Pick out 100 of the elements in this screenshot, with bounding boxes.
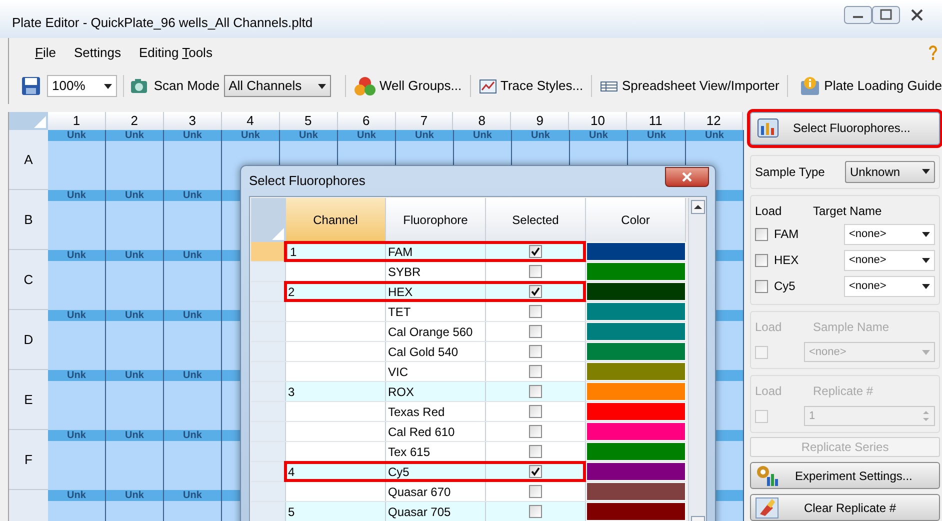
target-name-dropdown[interactable]: <none>	[844, 224, 935, 245]
checkbox[interactable]	[529, 425, 542, 438]
table-cell[interactable]: 3	[286, 382, 386, 401]
column-header: 10	[569, 112, 628, 130]
select-all-corner	[9, 112, 48, 130]
well[interactable]: Unk	[106, 430, 164, 490]
scan-mode-dropdown[interactable]: All Channels	[224, 75, 331, 97]
target-label: Cy5	[774, 278, 796, 296]
checkbox[interactable]	[529, 505, 542, 518]
checkbox[interactable]	[529, 285, 542, 298]
table-cell[interactable]: 5	[286, 502, 386, 521]
color-swatch[interactable]	[587, 463, 685, 480]
well[interactable]: Unk	[164, 370, 222, 430]
target-name-dropdown[interactable]: <none>	[844, 250, 935, 271]
well[interactable]: Unk	[164, 310, 222, 370]
well[interactable]: Unk	[106, 250, 164, 310]
color-swatch[interactable]	[587, 363, 685, 380]
plate-loading-guide-button[interactable]: Plate Loading Guide	[800, 74, 942, 98]
color-swatch[interactable]	[587, 283, 685, 300]
column-header: 8	[453, 112, 512, 130]
well[interactable]: Unk	[106, 490, 164, 521]
toolbar-button[interactable]: Well Groups...	[352, 74, 464, 98]
checkbox[interactable]	[529, 245, 542, 258]
color-swatch[interactable]	[587, 303, 685, 320]
color-swatch[interactable]	[587, 263, 685, 280]
color-swatch[interactable]	[587, 343, 685, 360]
well[interactable]: Unk	[48, 490, 106, 521]
target-name-dropdown[interactable]: <none>	[844, 276, 935, 297]
well[interactable]: Unk	[48, 370, 106, 430]
column-header: Selected	[486, 198, 586, 242]
well[interactable]: Unk	[48, 190, 106, 250]
experiment-settings-button[interactable]: Experiment Settings...	[750, 462, 940, 490]
table-cell: VIC	[386, 362, 486, 381]
select-fluorophores-button[interactable]: Select Fluorophores...	[750, 112, 940, 145]
well[interactable]: Unk	[164, 430, 222, 490]
menu-item[interactable]: File	[35, 43, 56, 63]
field-label: Sample Name	[813, 319, 890, 336]
close-icon	[682, 172, 692, 182]
row-header[interactable]	[251, 282, 286, 301]
checkbox[interactable]	[529, 265, 542, 278]
menu-item[interactable]: Editing Tools	[138, 43, 212, 63]
field-label: Replicate #	[813, 383, 874, 400]
sample-type-label: Sample Type	[755, 164, 825, 181]
checkbox[interactable]	[755, 254, 768, 267]
column-header: 6	[338, 112, 396, 130]
zoom-dropdown[interactable]: 100%	[47, 75, 117, 97]
well[interactable]: Unk	[106, 130, 164, 190]
checkbox[interactable]	[755, 228, 768, 241]
column-header: 2	[106, 112, 164, 130]
load-label: Load	[755, 203, 783, 220]
row-header: E	[9, 370, 48, 430]
well[interactable]: Unk	[106, 190, 164, 250]
checkbox[interactable]	[529, 365, 542, 378]
column-header: 9	[511, 112, 570, 130]
well[interactable]: Unk	[164, 190, 222, 250]
maximize-icon	[872, 6, 900, 24]
clear-replicate-button[interactable]: Clear Replicate #	[750, 494, 940, 521]
color-swatch[interactable]	[587, 503, 685, 520]
color-swatch[interactable]	[587, 483, 685, 500]
color-swatch[interactable]	[587, 323, 685, 340]
checkbox[interactable]	[529, 445, 542, 458]
color-swatch[interactable]	[587, 443, 685, 460]
toolbar-button[interactable]: Spreadsheet View/Importer	[598, 74, 782, 98]
checkbox[interactable]	[529, 405, 542, 418]
row-header[interactable]	[251, 242, 286, 261]
sample-type-dropdown[interactable]: Unknown	[845, 160, 935, 183]
checkbox[interactable]	[529, 345, 542, 358]
well[interactable]: Unk	[164, 130, 222, 190]
close-button[interactable]	[665, 167, 709, 187]
window-title: Plate Editor - QuickPlate_96 wells_All Channels.pltd	[12, 14, 313, 32]
color-swatch[interactable]	[587, 423, 685, 440]
checkbox[interactable]	[529, 485, 542, 498]
well[interactable]: Unk	[106, 370, 164, 430]
table-cell: Cal Orange 560	[386, 322, 486, 341]
well[interactable]: Unk	[106, 310, 164, 370]
checkbox[interactable]	[529, 385, 542, 398]
well[interactable]: Unk	[48, 430, 106, 490]
well[interactable]: Unk	[164, 250, 222, 310]
color-swatch[interactable]	[587, 403, 685, 420]
toolbar-button[interactable]: Trace Styles...	[476, 74, 586, 98]
checkbox[interactable]	[529, 305, 542, 318]
well[interactable]: Unk	[48, 130, 106, 190]
caret-icon	[318, 84, 326, 88]
column-header: Color	[586, 198, 686, 242]
well[interactable]: Unk	[48, 310, 106, 370]
checkbox[interactable]	[755, 280, 768, 293]
color-swatch[interactable]	[587, 383, 685, 400]
well[interactable]: Unk	[48, 250, 106, 310]
color-swatch[interactable]	[587, 243, 685, 260]
caret-icon	[922, 284, 930, 289]
row-header: A	[9, 130, 48, 190]
checkbox[interactable]	[529, 465, 542, 478]
row-header: B	[9, 190, 48, 250]
well[interactable]: Unk	[164, 490, 222, 521]
column-header: 3	[164, 112, 222, 130]
menu-item[interactable]: Settings	[74, 43, 121, 63]
row-header[interactable]	[251, 462, 286, 481]
caret-icon	[922, 258, 930, 263]
scrollbar[interactable]	[688, 198, 706, 521]
checkbox[interactable]	[529, 325, 542, 338]
